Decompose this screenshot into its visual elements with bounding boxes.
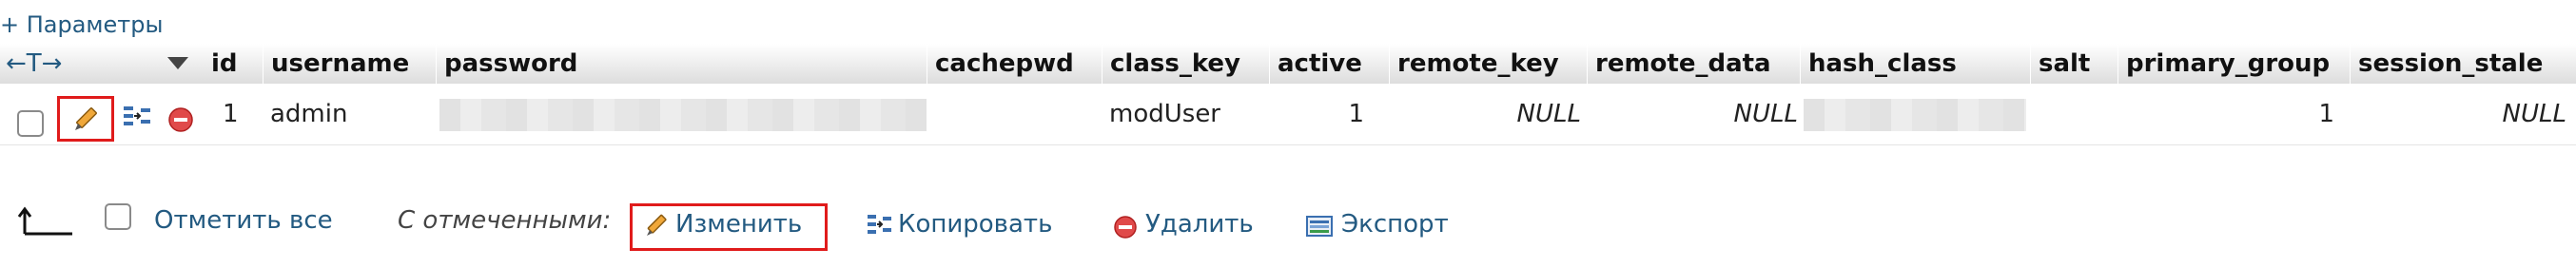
pencil-icon[interactable] [70,103,103,135]
col-remote-data[interactable]: remote_data [1587,44,1805,84]
pencil-icon[interactable] [643,211,672,239]
sort-dropdown-icon[interactable] [167,57,188,69]
cell-session-stale: NULL [2502,100,2566,128]
col-remote-key[interactable]: remote_key [1389,44,1589,84]
col-primary-group[interactable]: primary_group [2117,44,2365,84]
cell-active: 1 [1348,100,1364,128]
export-icon[interactable] [1305,213,1334,239]
col-password[interactable]: password [436,44,930,84]
delete-selected-button[interactable]: Удалить [1145,207,1254,241]
cell-primary-group: 1 [2318,100,2334,128]
col-session-stale[interactable]: session_stale [2350,44,2576,84]
copy-icon[interactable] [866,213,894,239]
cell-password-blurred [439,99,927,131]
with-selected-label: С отмеченными: [398,206,612,235]
cell-remote-key: NULL [1516,100,1581,128]
delete-icon[interactable] [167,106,194,133]
select-arrow-icon [17,206,72,236]
col-active[interactable]: active [1269,44,1393,84]
cell-username: admin [270,100,348,128]
col-username[interactable]: username [263,44,434,84]
check-all-checkbox[interactable] [105,203,131,230]
options-link[interactable]: + Параметры [0,11,163,38]
col-hash-class[interactable]: hash_class [1800,44,2028,84]
col-salt[interactable]: salt [2030,44,2125,84]
column-arrows[interactable]: ←T→ [6,44,62,84]
delete-icon[interactable] [1113,215,1138,239]
copy-selected-button[interactable]: Копировать [898,207,1052,241]
cell-hash-class-blurred [1804,99,2026,131]
col-id[interactable]: id [211,44,238,84]
export-selected-button[interactable]: Экспорт [1341,207,1449,241]
col-class-key[interactable]: class_key [1102,44,1273,84]
edit-selected-button[interactable]: Изменить [675,207,802,241]
col-cachepwd[interactable]: cachepwd [927,44,1107,84]
cell-id: 1 [223,100,239,128]
cell-class-key: modUser [1109,100,1220,128]
check-all-link[interactable]: Отметить все [154,203,333,238]
copy-icon[interactable] [122,105,154,133]
row-checkbox[interactable] [17,110,44,137]
cell-remote-data: NULL [1733,100,1798,128]
